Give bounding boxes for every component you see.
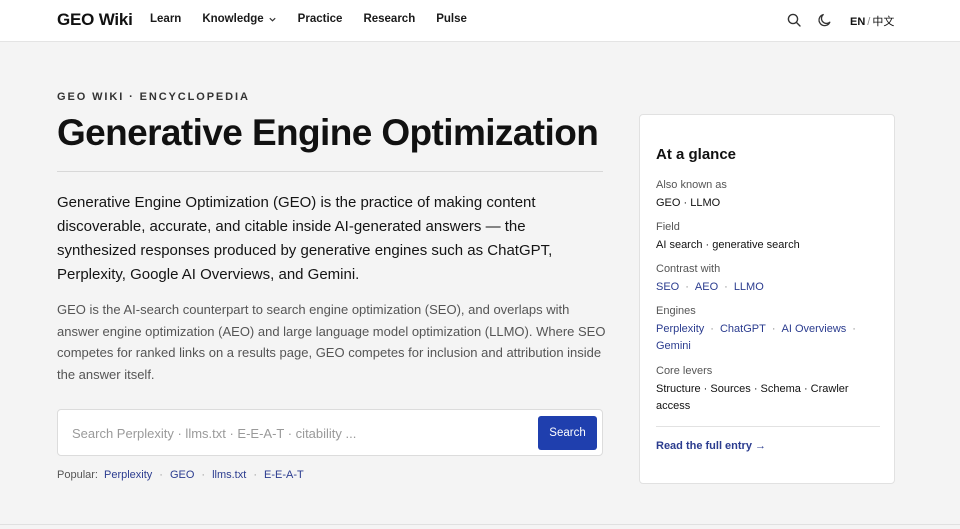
lang-zh[interactable]: 中文 xyxy=(872,16,894,28)
search-button[interactable]: Search xyxy=(538,416,597,450)
fact-label: Also known as xyxy=(656,179,727,191)
at-a-glance-card: At a glance Also known as GEO · LLMO Fie… xyxy=(639,114,895,484)
separator-dot: · xyxy=(852,323,856,335)
popular-link-eeat[interactable]: E-E-A-T xyxy=(264,469,304,481)
engine-link-gemini[interactable]: Gemini xyxy=(656,340,691,352)
fact-core-levers: Core levers Structure · Sources · Schema… xyxy=(656,364,882,415)
chevron-down-icon xyxy=(269,17,276,22)
card-title: At a glance xyxy=(656,146,737,163)
separator-dot: · xyxy=(710,323,714,335)
fact-engines: Engines Perplexity · ChatGPT · AI Overviews ·… xyxy=(656,304,882,355)
top-navbar: GEO Wiki Learn Knowledge Practice Resear… xyxy=(0,0,960,42)
popular-link-geo[interactable]: GEO xyxy=(170,469,194,481)
contrast-link-aeo[interactable]: AEO xyxy=(695,281,718,293)
separator-dot: · xyxy=(159,469,163,481)
nav-learn-label: Learn xyxy=(150,13,182,25)
nav-research[interactable]: Research xyxy=(363,13,415,25)
nav-practice[interactable]: Practice xyxy=(298,13,343,25)
read-full-entry-link[interactable]: Read the full entry → xyxy=(656,440,766,452)
nav-knowledge[interactable]: Knowledge xyxy=(202,13,276,25)
page-bottom-divider xyxy=(0,524,960,525)
fact-value: Structure · Sources · Schema · Crawler a… xyxy=(656,383,849,412)
nav-practice-label: Practice xyxy=(297,13,343,25)
separator-dot: · xyxy=(253,469,257,481)
nav-research-label: Research xyxy=(363,13,416,25)
eyebrow-breadcrumb: GEO WIKI · ENCYCLOPEDIA xyxy=(57,91,250,103)
separator-dot: · xyxy=(724,281,728,293)
fact-value: SEO · AEO · LLMO xyxy=(656,279,882,296)
popular-link-llms-txt[interactable]: llms.txt xyxy=(212,469,246,481)
fact-value: GEO · LLMO xyxy=(656,197,721,209)
fact-label: Contrast with xyxy=(656,263,721,275)
popular-label: Popular: xyxy=(57,469,98,481)
separator-dot: · xyxy=(201,469,206,481)
search-input[interactable] xyxy=(72,422,527,444)
page-title: Generative Engine Optimization xyxy=(57,112,599,153)
card-divider xyxy=(656,426,880,427)
engine-link-perplexity[interactable]: Perplexity xyxy=(656,323,704,335)
contrast-link-seo[interactable]: SEO xyxy=(656,281,679,293)
main-nav: Learn Knowledge Practice Research Pulse xyxy=(150,13,467,25)
fact-field: Field AI search · generative search xyxy=(656,220,882,254)
engine-link-chatgpt[interactable]: ChatGPT xyxy=(720,323,766,335)
moon-icon[interactable] xyxy=(817,12,833,28)
contrast-link-llmo[interactable]: LLMO xyxy=(734,281,764,293)
language-switcher[interactable]: EN / 中文 xyxy=(850,13,894,29)
site-logo[interactable]: GEO Wiki xyxy=(57,10,133,30)
search-box: Search xyxy=(57,409,603,456)
separator-dot: · xyxy=(771,323,776,335)
popular-searches: Popular: Perplexity · GEO · llms.txt · E… xyxy=(57,469,304,481)
body-paragraph: GEO is the AI-search counterpart to sear… xyxy=(57,302,606,382)
lang-en[interactable]: EN xyxy=(850,16,865,28)
fact-label: Engines xyxy=(656,305,696,317)
fact-aka: Also known as GEO · LLMO xyxy=(656,178,882,212)
nav-pulse-label: Pulse xyxy=(436,13,467,25)
title-divider xyxy=(57,171,603,172)
nav-pulse[interactable]: Pulse xyxy=(436,13,467,25)
nav-knowledge-label: Knowledge xyxy=(202,13,264,25)
fact-contrast: Contrast with SEO · AEO · LLMO xyxy=(656,262,882,296)
lede-paragraph: Generative Engine Optimization (GEO) is … xyxy=(57,194,553,283)
fact-label: Core levers xyxy=(656,365,713,377)
separator-dot: · xyxy=(685,281,689,293)
search-icon[interactable] xyxy=(786,12,802,28)
engine-link-ai-overviews[interactable]: AI Overviews xyxy=(782,323,847,335)
fact-value: AI search · generative search xyxy=(656,239,800,251)
popular-link-perplexity[interactable]: Perplexity xyxy=(104,469,152,481)
nav-learn[interactable]: Learn xyxy=(150,13,181,25)
fact-label: Field xyxy=(656,221,680,233)
fact-value: Perplexity · ChatGPT · AI Overviews · Gemini xyxy=(656,321,882,355)
